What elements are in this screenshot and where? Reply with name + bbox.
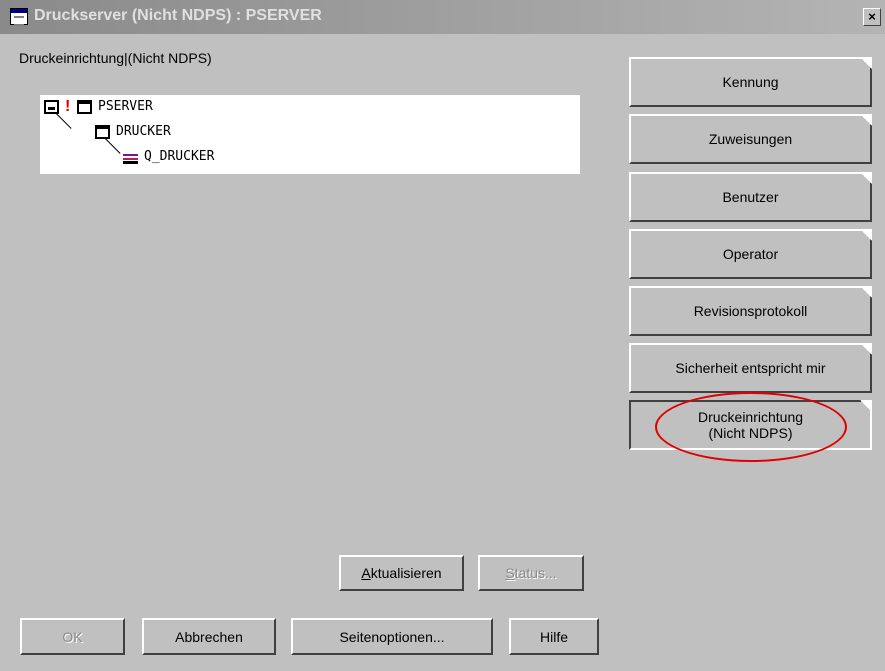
cancel-button[interactable]: Abbrechen	[142, 618, 276, 655]
tab-sicherheit[interactable]: Sicherheit entspricht mir	[629, 343, 872, 393]
highlight-circle	[655, 392, 847, 462]
tree-node-label: Q_DRUCKER	[144, 149, 215, 164]
tab-operator[interactable]: Operator	[629, 229, 872, 279]
status-button[interactable]: Status...	[478, 555, 584, 591]
warning-icon: !	[65, 98, 71, 115]
panel-title: Druckeinrichtung|(Nicht NDPS)	[19, 50, 212, 66]
print-server-icon	[44, 100, 59, 114]
tree-node-label: PSERVER	[98, 99, 153, 114]
tab-kennung[interactable]: Kennung	[629, 57, 872, 107]
tab-label: Benutzer	[722, 189, 779, 205]
tab-label: Kennung	[722, 74, 779, 90]
tree-node-q-drucker[interactable]: Q_DRUCKER	[123, 148, 214, 166]
tab-label: Zuweisungen	[708, 131, 793, 147]
print-queue-icon	[123, 150, 138, 164]
window-title: Druckserver (Nicht NDPS) : PSERVER	[34, 7, 322, 24]
tree-view[interactable]: ! PSERVER DRUCKER Q_DRUCKER	[40, 95, 580, 174]
refresh-button[interactable]: Aktualisieren	[339, 555, 464, 591]
tree-node-label: DRUCKER	[116, 124, 171, 139]
title-bar: Druckserver (Nicht NDPS) : PSERVER ×	[0, 0, 885, 34]
page-options-button[interactable]: Seitenoptionen...	[291, 618, 493, 655]
printer-icon	[95, 125, 110, 139]
tab-revisionsprotokoll[interactable]: Revisionsprotokoll	[629, 286, 872, 336]
app-icon	[10, 8, 28, 26]
tree-node-pserver[interactable]: ! PSERVER	[44, 98, 153, 116]
close-button[interactable]: ×	[863, 8, 881, 26]
tab-benutzer[interactable]: Benutzer	[629, 172, 872, 222]
help-button[interactable]: Hilfe	[509, 618, 599, 655]
tab-label: Sicherheit entspricht mir	[675, 360, 826, 376]
tab-zuweisungen[interactable]: Zuweisungen	[629, 114, 872, 164]
ok-button[interactable]: OK	[20, 618, 125, 655]
tab-label: Revisionsprotokoll	[693, 303, 808, 319]
tab-label: Operator	[722, 246, 779, 262]
print-server-icon	[77, 100, 92, 114]
